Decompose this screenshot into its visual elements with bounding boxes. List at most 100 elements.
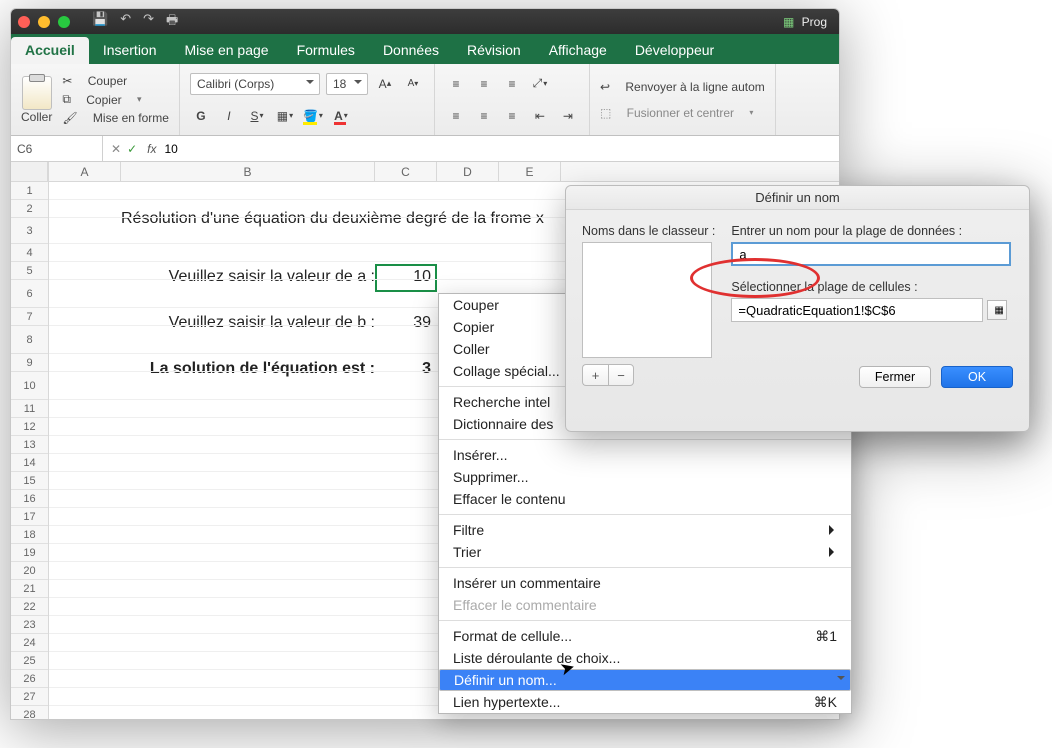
align-left-button[interactable]: ≡ [445,105,467,127]
font-size-select[interactable]: 18 [326,73,368,95]
ctx-dropdown-list[interactable]: Liste déroulante de choix... [439,647,851,669]
row-header[interactable]: 15 [11,472,48,490]
cell-b3[interactable]: Résolution d'une équation du deuxième de… [121,210,561,228]
row-header[interactable]: 21 [11,580,48,598]
cell-b6[interactable]: Veuillez saisir la valeur de a : [121,268,375,286]
save-icon[interactable]: 💾 [92,11,108,33]
row-header[interactable]: 10 [11,372,48,400]
row-header[interactable]: 1 [11,182,48,200]
redo-icon[interactable]: ↷ [143,11,154,33]
wrap-text-icon[interactable]: ↩︎ [600,80,610,94]
row-header[interactable]: 8 [11,326,48,354]
ok-button[interactable]: OK [941,366,1013,388]
tab-donnees[interactable]: Données [369,37,453,64]
row-header[interactable]: 13 [11,436,48,454]
scissors-icon[interactable]: ✂︎ [62,74,72,88]
row-header[interactable]: 12 [11,418,48,436]
increase-indent-button[interactable]: ⇥ [557,105,579,127]
cell-b10[interactable]: La solution de l'équation est : [121,360,375,378]
ctx-define-name[interactable]: Définir un nom... [439,669,851,691]
zoom-window-button[interactable] [58,16,70,28]
print-icon[interactable]: 🖶 [166,11,178,33]
grow-font-button[interactable]: A▴ [374,73,396,95]
align-center-button[interactable]: ≡ [473,105,495,127]
wrap-text-button[interactable]: Renvoyer à la ligne autom [625,80,764,94]
row-header[interactable]: 9 [11,354,48,372]
row-header[interactable]: 19 [11,544,48,562]
cut-button[interactable]: Couper [88,74,127,88]
undo-icon[interactable]: ↶ [120,11,131,33]
formula-input[interactable]: 10 [160,142,181,156]
row-header[interactable]: 26 [11,670,48,688]
row-header[interactable]: 24 [11,634,48,652]
col-header-d[interactable]: D [437,162,499,181]
decrease-indent-button[interactable]: ⇤ [529,105,551,127]
cancel-formula-icon[interactable]: ✕ [111,142,121,156]
ctx-add-comment[interactable]: Insérer un commentaire [439,572,851,594]
row-header[interactable]: 2 [11,200,48,218]
paste-button[interactable]: Coller [21,110,52,124]
row-header[interactable]: 23 [11,616,48,634]
align-bottom-button[interactable]: ≡ [501,73,523,95]
shrink-font-button[interactable]: A▾ [402,73,424,95]
font-name-select[interactable]: Calibri (Corps) [190,73,320,95]
merge-button[interactable]: Fusionner et centrer [627,106,734,120]
row-header[interactable]: 28 [11,706,48,719]
names-listbox[interactable] [582,242,712,358]
cell-c8[interactable]: 39 [375,314,431,332]
borders-button[interactable]: ▦▾ [274,105,296,127]
cell-b8[interactable]: Veuillez saisir la valeur de b : [121,314,375,332]
font-color-button[interactable]: A▾ [330,105,352,127]
ctx-format-cell[interactable]: Format de cellule...⌘1 [439,625,851,647]
range-picker-button[interactable]: ▦ [987,300,1007,320]
ctx-sort[interactable]: Trier [439,541,851,563]
range-input[interactable] [731,298,983,322]
underline-button[interactable]: S▾ [246,105,268,127]
col-header-c[interactable]: C [375,162,437,181]
align-right-button[interactable]: ≡ [501,105,523,127]
row-header[interactable]: 11 [11,400,48,418]
row-header[interactable]: 20 [11,562,48,580]
tab-miseenpage[interactable]: Mise en page [171,37,283,64]
row-header[interactable]: 27 [11,688,48,706]
ctx-insert[interactable]: Insérer... [439,444,851,466]
row-header[interactable]: 4 [11,244,48,262]
ctx-clear[interactable]: Effacer le contenu [439,488,851,510]
row-header[interactable]: 6 [11,280,48,308]
tab-insertion[interactable]: Insertion [89,37,171,64]
ctx-hyperlink[interactable]: Lien hypertexte...⌘K [439,691,851,713]
format-painter-button[interactable]: Mise en forme [93,111,169,125]
tab-accueil[interactable]: Accueil [11,37,89,64]
bold-button[interactable]: G [190,105,212,127]
row-header[interactable]: 25 [11,652,48,670]
add-name-button[interactable]: + [582,364,608,386]
col-header-a[interactable]: A [49,162,121,181]
ctx-filter[interactable]: Filtre [439,519,851,541]
select-all-corner[interactable] [11,162,48,181]
col-header-e[interactable]: E [499,162,561,181]
row-header[interactable]: 5 [11,262,48,280]
close-window-button[interactable] [18,16,30,28]
minimize-window-button[interactable] [38,16,50,28]
tab-revision[interactable]: Révision [453,37,535,64]
row-header[interactable]: 7 [11,308,48,326]
name-box[interactable]: C6 [11,136,103,161]
paste-icon[interactable] [22,76,52,110]
row-header[interactable]: 3 [11,218,48,244]
name-input[interactable] [731,242,1011,266]
fx-icon[interactable]: fx [147,142,156,156]
format-painter-icon[interactable]: 🖌 [62,111,77,125]
row-header[interactable]: 16 [11,490,48,508]
align-top-button[interactable]: ≡ [445,73,467,95]
merge-icon[interactable]: ⬚ [600,106,611,120]
tab-formules[interactable]: Formules [283,37,369,64]
row-header[interactable]: 22 [11,598,48,616]
close-button[interactable]: Fermer [859,366,931,388]
row-header[interactable]: 14 [11,454,48,472]
copy-icon[interactable]: ⧉ [62,92,71,107]
cell-c10[interactable]: 3 [375,360,431,378]
remove-name-button[interactable]: − [608,364,634,386]
row-header[interactable]: 18 [11,526,48,544]
ctx-delete[interactable]: Supprimer... [439,466,851,488]
orientation-button[interactable]: ⤢▾ [529,73,551,95]
